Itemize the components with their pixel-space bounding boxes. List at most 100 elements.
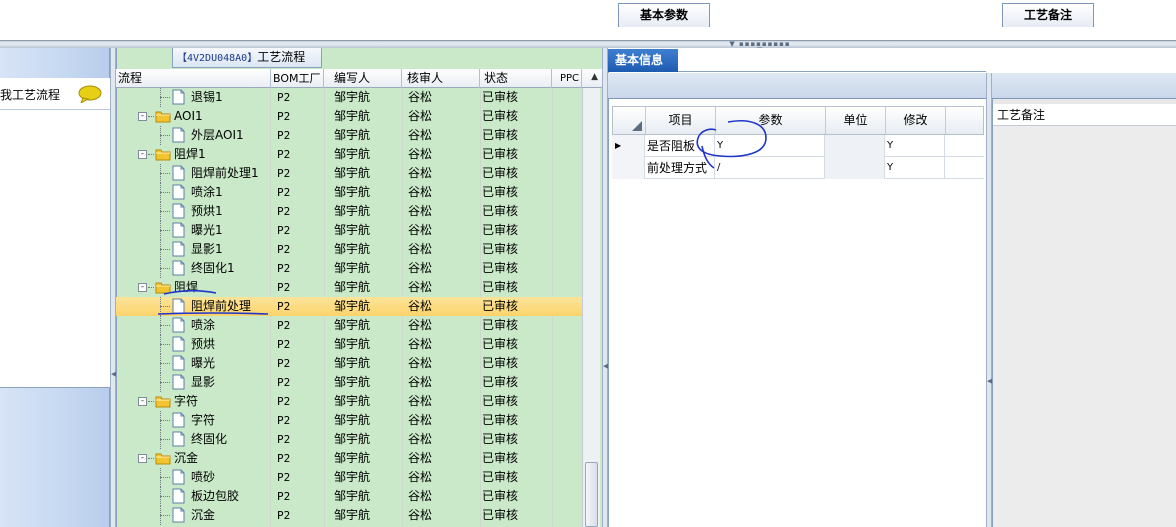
process-step-name[interactable]: 字符 <box>191 411 215 430</box>
nav-item-process-flow[interactable]: 我工艺流程 <box>0 78 110 110</box>
param-unit[interactable] <box>825 135 885 157</box>
process-step-name[interactable]: 外层AOI1 <box>191 126 244 145</box>
collapse-node-icon[interactable]: - <box>138 454 147 463</box>
tree-row[interactable]: 预烘1 P2 邹宇航 谷松 已审核 <box>116 202 582 221</box>
col-header-ppc[interactable]: PPC <box>552 69 582 88</box>
top-splitter[interactable] <box>0 40 1176 48</box>
bom-factory: P2 <box>277 509 291 522</box>
tree-row[interactable]: 显影1 P2 邹宇航 谷松 已审核 <box>116 240 582 259</box>
process-step-name[interactable]: 阻焊前处理1 <box>191 164 259 183</box>
collapse-center-icon[interactable]: ◀ <box>603 362 608 370</box>
collapse-left-icon[interactable]: ◀ <box>111 370 116 378</box>
document-icon <box>172 298 185 314</box>
row-pointer[interactable]: ▶ <box>612 135 645 157</box>
process-step-name[interactable]: 阻焊1 <box>174 145 206 164</box>
tree-row[interactable]: - 阻焊1 P2 邹宇航 谷松 已审核 <box>116 145 582 164</box>
col-header-bom[interactable]: BOM工厂 <box>271 69 324 88</box>
tab-basic-params[interactable]: 基本参数 <box>618 3 710 27</box>
status-badge: 已审核 <box>482 432 519 446</box>
col-header-modify[interactable]: 修改 <box>886 107 946 134</box>
tree-row[interactable]: 板边包胶 P2 邹宇航 谷松 已审核 <box>116 487 582 506</box>
tree-row[interactable]: 阻焊前处理 P2 邹宇航 谷松 已审核 <box>116 297 582 316</box>
param-row[interactable]: 前处理方式 / Y <box>612 157 984 179</box>
process-step-name[interactable]: 沉金 <box>174 449 198 468</box>
process-step-name[interactable]: 终固化1 <box>191 259 235 278</box>
tree-row[interactable]: 喷涂 P2 邹宇航 谷松 已审核 <box>116 316 582 335</box>
tab-process-notes[interactable]: 工艺备注 <box>1002 3 1094 27</box>
process-step-name[interactable]: 退锡1 <box>191 88 223 107</box>
reviewer-name: 谷松 <box>408 223 433 237</box>
collapse-node-icon[interactable]: - <box>138 112 147 121</box>
process-step-name[interactable]: 阻焊 <box>174 278 198 297</box>
process-step-name[interactable]: 曝光1 <box>191 221 223 240</box>
param-item[interactable]: 前处理方式 <box>645 157 715 179</box>
col-header-status[interactable]: 状态 <box>480 69 552 88</box>
param-modify[interactable]: Y <box>885 157 945 179</box>
tree-connector <box>160 306 170 307</box>
process-step-name[interactable]: 预烘1 <box>191 202 223 221</box>
collapse-right-icon[interactable]: ◀ <box>987 377 992 385</box>
tree-row[interactable]: 退锡1 P2 邹宇航 谷松 已审核 <box>116 88 582 107</box>
tree-row[interactable]: - AOI1 P2 邹宇航 谷松 已审核 <box>116 107 582 126</box>
process-step-name[interactable]: 预烘 <box>191 335 215 354</box>
process-step-name[interactable]: 显影1 <box>191 240 223 259</box>
scrollbar-thumb[interactable] <box>585 462 598 527</box>
process-step-name[interactable]: 喷砂 <box>191 468 215 487</box>
tree-row[interactable]: 喷涂1 P2 邹宇航 谷松 已审核 <box>116 183 582 202</box>
tree-row[interactable]: 沉金 P2 邹宇航 谷松 已审核 <box>116 506 582 525</box>
tree-row[interactable]: 字符 P2 邹宇航 谷松 已审核 <box>116 411 582 430</box>
col-header-unit[interactable]: 单位 <box>826 107 886 134</box>
process-step-name[interactable]: 终固化 <box>191 430 227 449</box>
notes-textarea[interactable] <box>993 126 1176 527</box>
param-tab-strip <box>608 73 986 99</box>
tab-basic-info[interactable]: 基本信息 <box>608 49 678 72</box>
tree-row[interactable]: 显影 P2 邹宇航 谷松 已审核 <box>116 373 582 392</box>
process-step-name[interactable]: 显影 <box>191 373 215 392</box>
splitter-grip-icon[interactable]: ▼ ▪▪▪▪▪▪▪▪▪ ▼ <box>728 41 792 54</box>
tree-connector <box>160 439 170 440</box>
col-header-item[interactable]: 项目 <box>646 107 716 134</box>
tree-row[interactable]: 终固化 P2 邹宇航 谷松 已审核 <box>116 430 582 449</box>
row-pointer[interactable] <box>612 157 645 179</box>
collapse-node-icon[interactable]: - <box>138 283 147 292</box>
process-step-name[interactable]: 喷涂1 <box>191 183 223 202</box>
process-step-name[interactable]: 字符 <box>174 392 198 411</box>
process-step-name[interactable]: 沉金 <box>191 506 215 525</box>
tree-row[interactable]: 外层AOI1 P2 邹宇航 谷松 已审核 <box>116 126 582 145</box>
tree-row[interactable]: 终固化1 P2 邹宇航 谷松 已审核 <box>116 259 582 278</box>
speech-bubble-icon <box>78 85 102 103</box>
document-icon <box>172 165 185 181</box>
param-item[interactable]: 是否阻板 <box>645 135 715 157</box>
tree-row[interactable]: 预烘 P2 邹宇航 谷松 已审核 <box>116 335 582 354</box>
tree-row[interactable]: 喷砂 P2 邹宇航 谷松 已审核 <box>116 468 582 487</box>
status-badge: 已审核 <box>482 223 519 237</box>
param-row[interactable]: ▶ 是否阻板 Y Y <box>612 135 984 157</box>
document-icon <box>172 89 185 105</box>
param-value[interactable]: / <box>715 157 825 179</box>
col-header-reviewer[interactable]: 核审人 <box>402 69 480 88</box>
tree-row[interactable]: - 沉金 P2 邹宇航 谷松 已审核 <box>116 449 582 468</box>
tree-row[interactable]: 阻焊前处理1 P2 邹宇航 谷松 已审核 <box>116 164 582 183</box>
collapse-node-icon[interactable]: - <box>138 150 147 159</box>
tree-row[interactable]: - 阻焊 P2 邹宇航 谷松 已审核 <box>116 278 582 297</box>
process-step-name[interactable]: AOI1 <box>174 107 203 126</box>
writer-name: 邹宇航 <box>334 413 371 427</box>
col-header-param[interactable]: 参数 <box>716 107 826 134</box>
param-modify[interactable]: Y <box>885 135 945 157</box>
tree-row[interactable]: 曝光 P2 邹宇航 谷松 已审核 <box>116 354 582 373</box>
status-badge: 已审核 <box>482 204 519 218</box>
reviewer-name: 谷松 <box>408 508 433 522</box>
tree-row[interactable]: - 字符 P2 邹宇航 谷松 已审核 <box>116 392 582 411</box>
col-header-writer[interactable]: 编写人 <box>324 69 402 88</box>
param-value[interactable]: Y <box>715 135 825 157</box>
process-step-name[interactable]: 喷涂 <box>191 316 215 335</box>
process-step-name[interactable]: 阻焊前处理 <box>191 297 251 316</box>
scroll-up-icon[interactable]: ▲ <box>591 72 598 82</box>
process-step-name[interactable]: 板边包胶 <box>191 487 239 506</box>
collapse-node-icon[interactable]: - <box>138 397 147 406</box>
col-header-flow[interactable]: 流程 <box>116 69 271 88</box>
tree-row[interactable]: 曝光1 P2 邹宇航 谷松 已审核 <box>116 221 582 240</box>
process-step-name[interactable]: 曝光 <box>191 354 215 373</box>
row-selector-header[interactable] <box>613 107 646 134</box>
param-unit[interactable] <box>825 157 885 179</box>
